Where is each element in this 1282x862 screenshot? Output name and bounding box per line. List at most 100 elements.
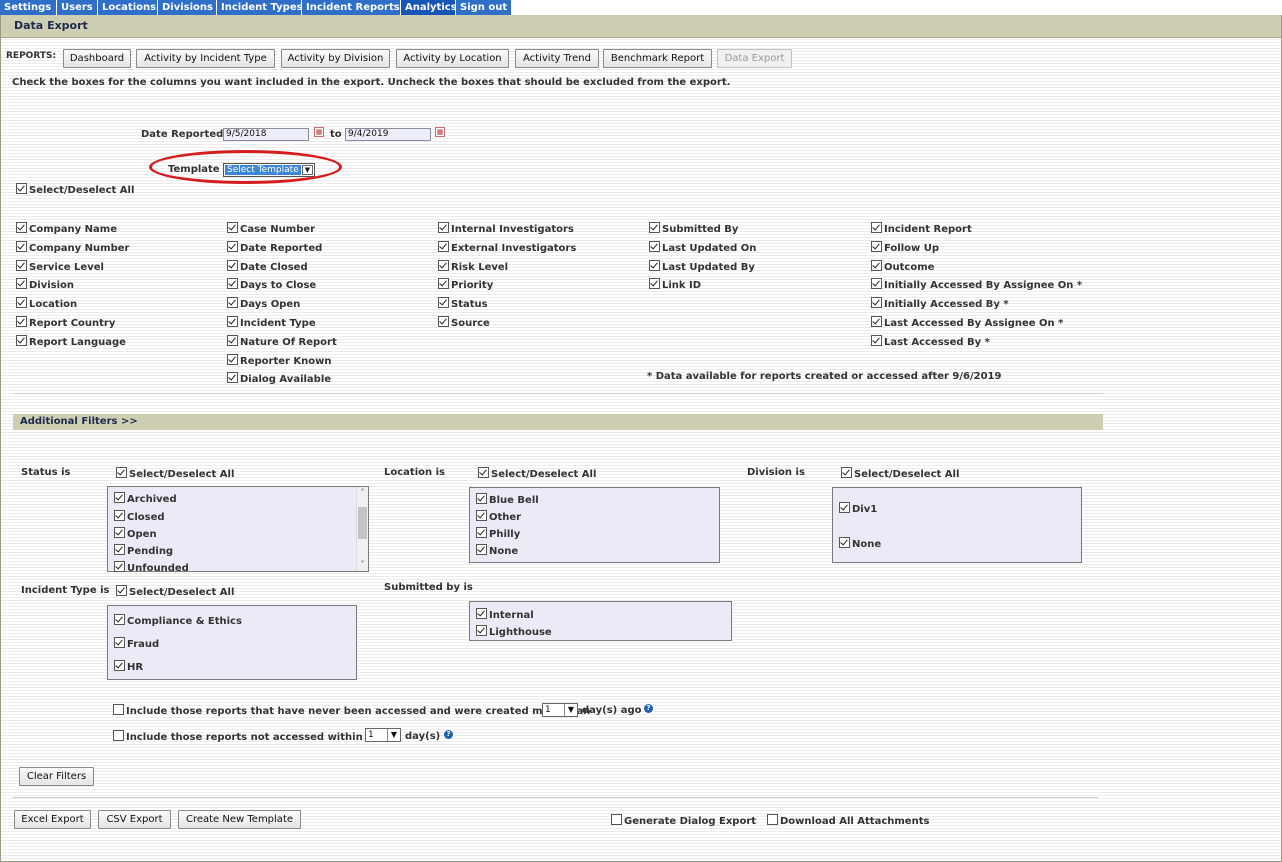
additional-filters-bar[interactable]: Additional Filters >> bbox=[13, 414, 1103, 430]
column-checkbox[interactable]: Service Level bbox=[16, 259, 104, 274]
column-checkbox[interactable]: Submitted By bbox=[649, 222, 738, 236]
checkbox-box[interactable] bbox=[438, 259, 449, 271]
checkbox-box[interactable] bbox=[649, 259, 660, 271]
not-accessed-days-select[interactable]: 1 ▼ bbox=[365, 728, 401, 742]
filter-option[interactable]: Other bbox=[476, 510, 521, 524]
filter-option[interactable]: Closed bbox=[114, 510, 165, 524]
checkbox-box[interactable] bbox=[438, 297, 449, 309]
filter-option[interactable]: HR bbox=[114, 660, 143, 674]
column-checkbox[interactable]: Priority bbox=[438, 278, 493, 292]
checkbox-box[interactable] bbox=[114, 637, 125, 648]
checkbox-box[interactable] bbox=[16, 222, 27, 233]
checkbox-box[interactable] bbox=[476, 527, 487, 538]
checkbox-box[interactable] bbox=[438, 240, 449, 252]
create-template-button[interactable]: Create New Template bbox=[178, 810, 301, 829]
column-checkbox[interactable]: Division bbox=[16, 278, 74, 292]
checkbox-box[interactable] bbox=[16, 259, 27, 271]
checkbox-box[interactable] bbox=[227, 278, 238, 290]
column-checkbox[interactable]: External Investigators bbox=[438, 240, 576, 255]
incident-type-listbox[interactable]: Compliance & Ethics Fraud HR bbox=[107, 605, 357, 680]
division-select-all[interactable]: Select/Deselect All bbox=[841, 467, 959, 481]
checkbox-box[interactable] bbox=[16, 240, 27, 252]
checkbox-box[interactable] bbox=[438, 316, 449, 327]
checkbox-box[interactable] bbox=[227, 259, 238, 271]
filter-option[interactable]: None bbox=[476, 544, 518, 558]
report-button-activity-by-division[interactable]: Activity by Division bbox=[281, 49, 390, 68]
report-button-data-export[interactable]: Data Export bbox=[717, 49, 792, 68]
column-checkbox[interactable]: Reporter Known bbox=[227, 353, 332, 368]
nav-tab-locations[interactable]: Locations bbox=[98, 0, 158, 15]
column-checkbox[interactable]: Source bbox=[438, 316, 490, 330]
generate-dialog-export-checkbox[interactable]: Generate Dialog Export bbox=[611, 814, 756, 828]
filter-option[interactable]: Open bbox=[114, 527, 157, 541]
checkbox-box[interactable] bbox=[476, 510, 487, 521]
checkbox-box[interactable] bbox=[871, 297, 882, 309]
filter-option[interactable]: Unfounded bbox=[114, 561, 189, 575]
checkbox-box[interactable] bbox=[227, 222, 238, 233]
filter-option[interactable]: Archived bbox=[114, 492, 177, 506]
checkbox-box[interactable] bbox=[871, 259, 882, 271]
checkbox-box[interactable] bbox=[16, 297, 27, 309]
not-accessed-checkbox[interactable]: Include those reports not accessed withi… bbox=[113, 730, 391, 744]
column-checkbox[interactable]: Incident Report bbox=[871, 222, 972, 236]
filter-option[interactable]: Lighthouse bbox=[476, 625, 552, 639]
filter-option[interactable]: Blue Bell bbox=[476, 493, 539, 507]
column-checkbox[interactable]: Case Number bbox=[227, 222, 315, 236]
checkbox-box[interactable] bbox=[227, 353, 238, 365]
csv-export-button[interactable]: CSV Export bbox=[98, 810, 171, 829]
column-checkbox[interactable]: Link ID bbox=[649, 278, 701, 292]
nav-tab-incident-reports[interactable]: Incident Reports bbox=[302, 0, 401, 15]
scroll-thumb[interactable] bbox=[358, 507, 367, 539]
report-button-activity-by-location[interactable]: Activity by Location bbox=[396, 49, 509, 68]
filter-option[interactable]: Pending bbox=[114, 544, 173, 558]
scroll-down-icon[interactable]: ˅ bbox=[357, 559, 368, 571]
column-checkbox[interactable]: Days to Close bbox=[227, 278, 316, 292]
nav-tab-divisions[interactable]: Divisions bbox=[158, 0, 217, 15]
filter-option[interactable]: None bbox=[839, 537, 881, 551]
checkbox-box[interactable] bbox=[114, 492, 125, 503]
never-accessed-days-select[interactable]: 1 ▼ bbox=[542, 703, 578, 717]
checkbox-box[interactable] bbox=[438, 222, 449, 233]
calendar-icon[interactable]: ▦ bbox=[435, 127, 445, 137]
nav-tab-analytics[interactable]: Analytics bbox=[401, 0, 457, 15]
division-listbox[interactable]: Div1 None bbox=[832, 487, 1082, 563]
incident-type-select-all[interactable]: Select/Deselect All bbox=[116, 585, 234, 599]
checkbox-box[interactable] bbox=[649, 278, 660, 290]
checkbox-box[interactable] bbox=[476, 625, 487, 636]
checkbox-box[interactable] bbox=[649, 222, 660, 233]
checkbox-box[interactable] bbox=[227, 334, 238, 346]
column-checkbox[interactable]: Report Language bbox=[16, 334, 126, 349]
checkbox-box[interactable] bbox=[16, 334, 27, 346]
status-listbox[interactable]: Archived Closed Open Pending Unfounded ˄ ˅ bbox=[107, 486, 369, 575]
column-checkbox[interactable]: Follow Up bbox=[871, 240, 939, 255]
date-from-input[interactable]: 9/5/2018 bbox=[223, 128, 309, 141]
column-checkbox[interactable]: Last Updated On bbox=[649, 240, 756, 255]
excel-export-button[interactable]: Excel Export bbox=[14, 810, 91, 829]
checkbox-box[interactable] bbox=[649, 240, 660, 252]
filter-option[interactable]: Philly bbox=[476, 527, 520, 541]
help-icon[interactable]: ? bbox=[444, 730, 453, 739]
column-checkbox[interactable]: Report Country bbox=[16, 316, 115, 330]
checkbox-box[interactable] bbox=[227, 240, 238, 252]
download-attachments-checkbox[interactable]: Download All Attachments bbox=[767, 814, 929, 828]
column-checkbox[interactable]: Company Name bbox=[16, 222, 117, 236]
checkbox-box[interactable] bbox=[839, 537, 850, 548]
never-accessed-checkbox[interactable]: Include those reports that have never be… bbox=[113, 704, 590, 718]
column-checkbox[interactable]: Company Number bbox=[16, 240, 129, 255]
column-checkbox[interactable]: Status bbox=[438, 297, 488, 311]
checkbox-box[interactable] bbox=[839, 502, 850, 513]
column-checkbox[interactable]: Nature Of Report bbox=[227, 334, 337, 349]
checkbox-box[interactable] bbox=[476, 608, 487, 619]
column-checkbox[interactable]: Days Open bbox=[227, 297, 300, 311]
nav-tab-incident-types[interactable]: Incident Types bbox=[217, 0, 303, 15]
checkbox-box[interactable] bbox=[476, 544, 487, 555]
column-checkbox[interactable]: Last Updated By bbox=[649, 259, 755, 274]
checkbox-box[interactable] bbox=[871, 278, 882, 290]
status-select-all[interactable]: Select/Deselect All bbox=[116, 467, 234, 481]
checkbox-box[interactable] bbox=[476, 493, 487, 504]
column-checkbox[interactable]: Date Closed bbox=[227, 259, 308, 274]
help-icon[interactable]: ? bbox=[644, 704, 653, 713]
checkbox-box[interactable] bbox=[227, 316, 238, 327]
column-checkbox[interactable]: Initially Accessed By Assignee On * bbox=[871, 278, 1082, 292]
location-select-all[interactable]: Select/Deselect All bbox=[478, 467, 596, 481]
